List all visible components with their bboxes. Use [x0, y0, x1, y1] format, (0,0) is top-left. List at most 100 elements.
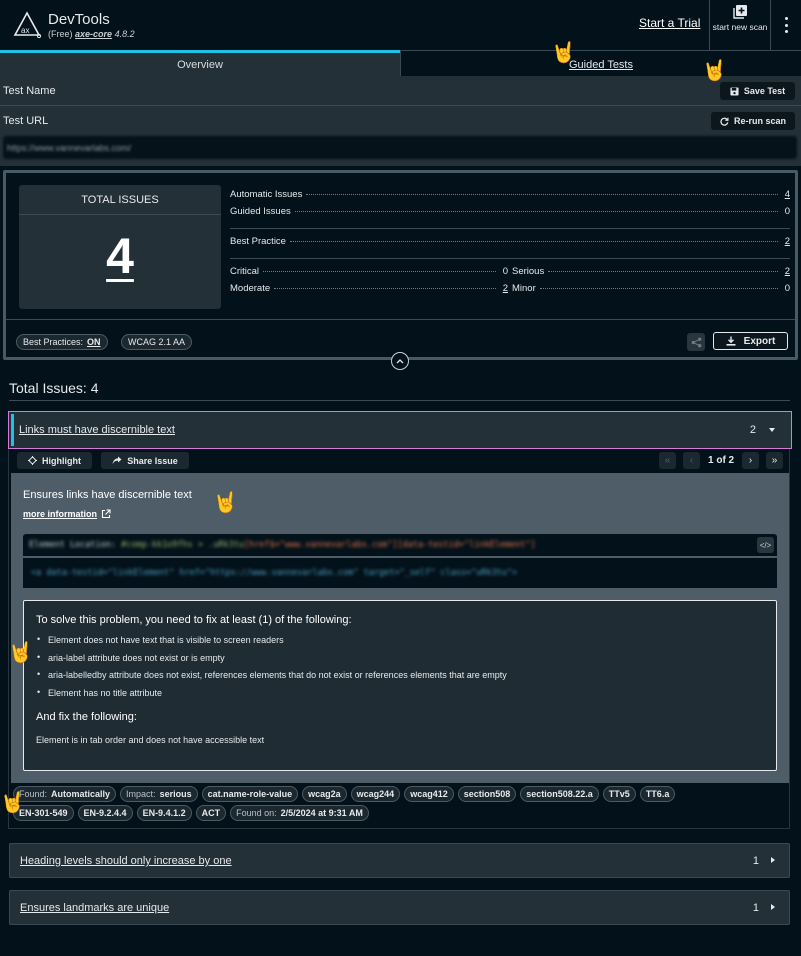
stat-label: Moderate	[230, 283, 271, 294]
export-label: Export	[743, 335, 776, 347]
tag-value: TTv5	[608, 789, 630, 799]
fix-any-item: Element does not have text that is visib…	[36, 634, 764, 653]
issue-title[interactable]: Links must have discernible text	[19, 424, 175, 436]
fix-any-item: aria-label attribute does not exist or i…	[36, 652, 764, 671]
last-page-button[interactable]: »	[766, 452, 783, 469]
fix-all-heading: And fix the following:	[36, 711, 137, 723]
app-title: DevTools	[48, 11, 110, 28]
share-issue-button[interactable]: Share Issue	[101, 452, 189, 469]
moderate-count[interactable]: 2	[500, 283, 508, 294]
share-button[interactable]	[687, 333, 705, 351]
best-practice-count[interactable]: 2	[782, 236, 790, 247]
issue-tag: Found: Automatically	[13, 786, 117, 802]
share-icon	[691, 337, 701, 347]
issues-list-heading: Total Issues: 4	[9, 380, 99, 396]
issue-title[interactable]: Heading levels should only increase by o…	[20, 855, 232, 867]
tab-guided-tests[interactable]: Guided Tests	[400, 50, 801, 76]
tag-value: 2/5/2024 at 9:31 AM	[280, 808, 363, 818]
app-header: ax DevTools (Free) axe-core 4.8.2 Start …	[0, 0, 801, 50]
fix-any-item: aria-labelledby attribute does not exist…	[36, 669, 764, 688]
stat-best-practice: Best Practice 2	[230, 236, 790, 253]
tag-key: Impact:	[126, 789, 156, 799]
share-issue-label: Share Issue	[127, 455, 178, 466]
best-practices-value[interactable]: ON	[87, 337, 101, 347]
start-trial-link[interactable]: Start a Trial	[639, 16, 700, 30]
issue-title[interactable]: Ensures landmarks are unique	[20, 902, 169, 914]
tag-value: wcag412	[410, 789, 448, 799]
kebab-vertical-icon[interactable]	[780, 17, 792, 33]
first-page-button[interactable]: «	[659, 452, 676, 469]
wcag-standard-pill[interactable]: WCAG 2.1 AA	[121, 334, 193, 350]
save-test-button[interactable]: Save Test	[720, 82, 795, 100]
serious-count[interactable]: 2	[782, 266, 790, 277]
issue-tag: TT6.a	[639, 786, 676, 802]
tab-overview[interactable]: Overview	[0, 50, 400, 76]
test-url-field[interactable]: https://www.vannevarlabs.com/	[3, 136, 797, 159]
collapse-summary-button[interactable]	[391, 352, 409, 370]
start-new-scan-button[interactable]: start new scan	[709, 0, 771, 50]
code-view-toggle[interactable]: </>	[757, 537, 774, 553]
previous-page-button[interactable]: ‹	[683, 452, 700, 469]
crosshair-icon	[28, 456, 37, 465]
more-information-link[interactable]: more information	[23, 509, 111, 519]
add-scan-icon	[733, 5, 747, 19]
download-icon	[726, 336, 736, 346]
stat-guided: Guided Issues 0	[230, 206, 790, 223]
highlight-button[interactable]: Highlight	[17, 452, 92, 469]
rerun-scan-button[interactable]: Re-run scan	[711, 112, 795, 130]
issue-details: Highlight Share Issue « ‹ 1 of 2 › » Ens…	[8, 449, 790, 829]
issue-count: 2	[749, 424, 756, 436]
total-issues-count[interactable]: 4	[19, 227, 221, 285]
caret-right-icon	[771, 904, 775, 910]
save-test-label: Save Test	[743, 86, 786, 96]
highlight-label: Highlight	[42, 455, 81, 466]
element-location-selector[interactable]: #comp-kk1o9fhs > .uRk3tu	[121, 540, 244, 550]
external-link-icon	[101, 509, 111, 519]
tag-value: section508	[463, 789, 511, 799]
tag-value: TT6.a	[645, 789, 670, 799]
rerun-scan-label: Re-run scan	[733, 116, 786, 126]
issue-tag: section508	[457, 786, 517, 802]
issue-header-landmarks-unique[interactable]: Ensures landmarks are unique 1	[9, 890, 790, 925]
tag-value: wcag2a	[308, 789, 341, 799]
best-practices-toggle[interactable]: Best Practices: ON	[16, 334, 108, 350]
issue-tag: EN-9.4.1.2	[136, 805, 192, 821]
issue-tag: wcag412	[404, 786, 454, 802]
issue-tags: Found: Automatically Impact: serious cat.nam…	[13, 786, 787, 824]
next-page-button[interactable]: ›	[742, 452, 759, 469]
test-name-label: Test Name	[3, 84, 56, 97]
caret-right-icon	[771, 857, 775, 863]
version-info: (Free) axe-core 4.8.2	[48, 29, 135, 39]
issue-tag: section508.22.a	[520, 786, 599, 802]
more-information-label: more information	[23, 509, 98, 519]
tag-value: EN-9.4.1.2	[142, 808, 186, 818]
issue-tag: cat.name-role-value	[201, 786, 299, 802]
element-location-attrs: [href$="www.vannevarlabs.com"][data-test…	[243, 540, 536, 550]
stat-serious: Serious 2	[512, 266, 790, 283]
issue-header-heading-levels[interactable]: Heading levels should only increase by o…	[9, 843, 790, 878]
stat-label: Best Practice	[230, 236, 286, 247]
summary-panel: TOTAL ISSUES 4 Automatic Issues 4 Guided …	[3, 170, 798, 360]
issue-header-links-discernible-text[interactable]: Links must have discernible text 2	[8, 411, 792, 449]
stat-label: Minor	[512, 283, 536, 294]
issue-description: Ensures links have discernible text	[23, 489, 192, 501]
test-url-label: Test URL	[3, 115, 49, 127]
tag-value: EN-9.2.4.4	[83, 808, 127, 818]
issue-tag: Impact: serious	[120, 786, 198, 802]
html-snippet-text: <a data-testid="linkElement" href="https…	[31, 568, 518, 578]
issue-count: 1	[752, 855, 759, 867]
edition-label: (Free)	[48, 29, 73, 39]
tag-value: cat.name-role-value	[207, 789, 293, 799]
stat-automatic: Automatic Issues 4	[230, 189, 790, 206]
axe-core-link[interactable]: axe-core	[75, 29, 112, 39]
tag-value: serious	[159, 789, 192, 799]
test-info-panel: Test Name Save Test Test URL Re-run scan…	[0, 76, 801, 166]
share-arrow-icon	[112, 456, 122, 465]
issue-count: 1	[752, 902, 759, 914]
stat-label: Critical	[230, 266, 260, 277]
issue-tag: wcag244	[350, 786, 401, 802]
automatic-count[interactable]: 4	[782, 189, 790, 200]
pagination-status: 1 of 2	[708, 455, 735, 466]
export-button[interactable]: Export	[713, 332, 788, 350]
issue-tag: ACT	[195, 805, 227, 821]
